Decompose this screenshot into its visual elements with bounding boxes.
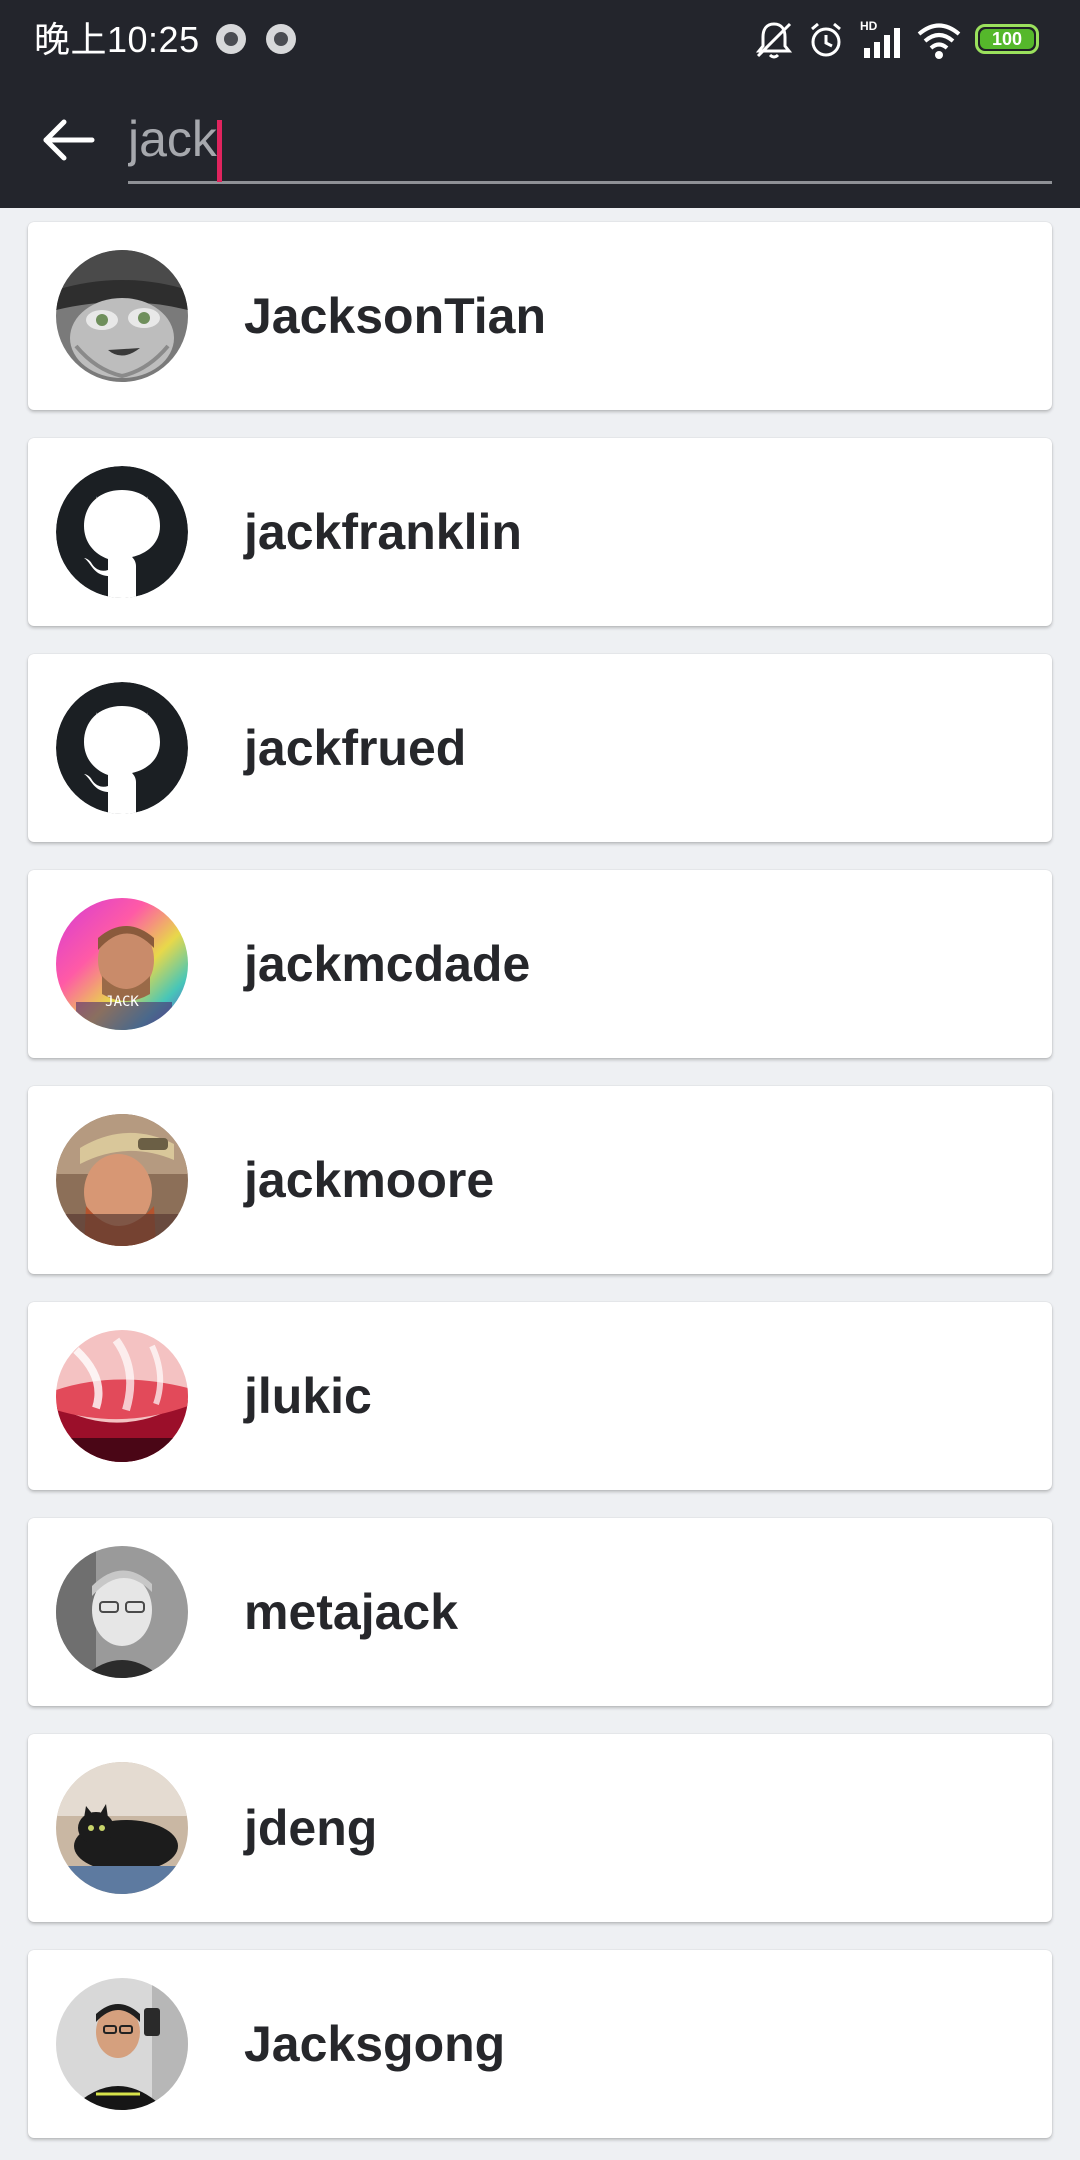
notification-dot-icon [216,24,246,54]
search-field[interactable] [128,98,1052,184]
list-item[interactable]: jackfranklin [28,438,1052,626]
username: metajack [244,1584,459,1640]
username: jackmcdade [244,936,531,992]
app-header: 晚上10:25 HD 100 jack [0,0,1080,208]
username: jlukic [244,1368,372,1424]
github-octocat-icon [56,682,188,814]
username: Jacksgong [244,2016,506,2072]
list-item[interactable]: JacksonTian [28,222,1052,410]
list-item[interactable]: jlukic [28,1302,1052,1490]
search-input[interactable] [128,98,1052,180]
search-results-list: JacksonTian jackfranklin jackfrued JACK … [0,208,1080,2160]
list-item[interactable]: jdeng [28,1734,1052,1922]
abstract-red-avatar [56,1330,188,1462]
battery-level: 100 [991,29,1023,49]
list-item[interactable]: metajack [28,1518,1052,1706]
username: jackfrued [244,720,467,776]
svg-text:HD: HD [860,19,878,33]
battery-icon: 100 [975,24,1039,54]
search-bar [0,78,1080,208]
github-octocat-icon [56,466,188,598]
hd-signal-icon: HD [860,18,908,62]
list-item[interactable]: jackfrued [28,654,1052,842]
status-time: 晚上10:25 [34,19,200,60]
status-bar: 晚上10:25 HD 100 [0,0,1080,78]
text-caret [217,120,222,182]
avatar-caption: JACK [105,994,139,1010]
back-button[interactable] [28,100,108,180]
alarm-icon [806,18,846,62]
username: jackfranklin [244,504,522,560]
muted-bell-icon [754,18,794,62]
wifi-icon [916,18,962,62]
list-item[interactable]: JACK jackmcdade [28,870,1052,1058]
photo-avatar [56,1114,188,1246]
cartoon-cat-avatar [56,250,188,382]
username: jackmoore [244,1152,495,1208]
photo-avatar: JACK [56,898,188,1030]
photo-avatar [56,1546,188,1678]
list-item[interactable]: jackmoore [28,1086,1052,1274]
photo-avatar [56,1978,188,2110]
username: jdeng [244,1800,378,1856]
list-item[interactable]: Jacksgong [28,1950,1052,2138]
arrow-left-icon [43,119,95,161]
notification-dot-icon [266,24,296,54]
username: JacksonTian [244,288,547,344]
cat-photo-avatar [56,1762,188,1894]
